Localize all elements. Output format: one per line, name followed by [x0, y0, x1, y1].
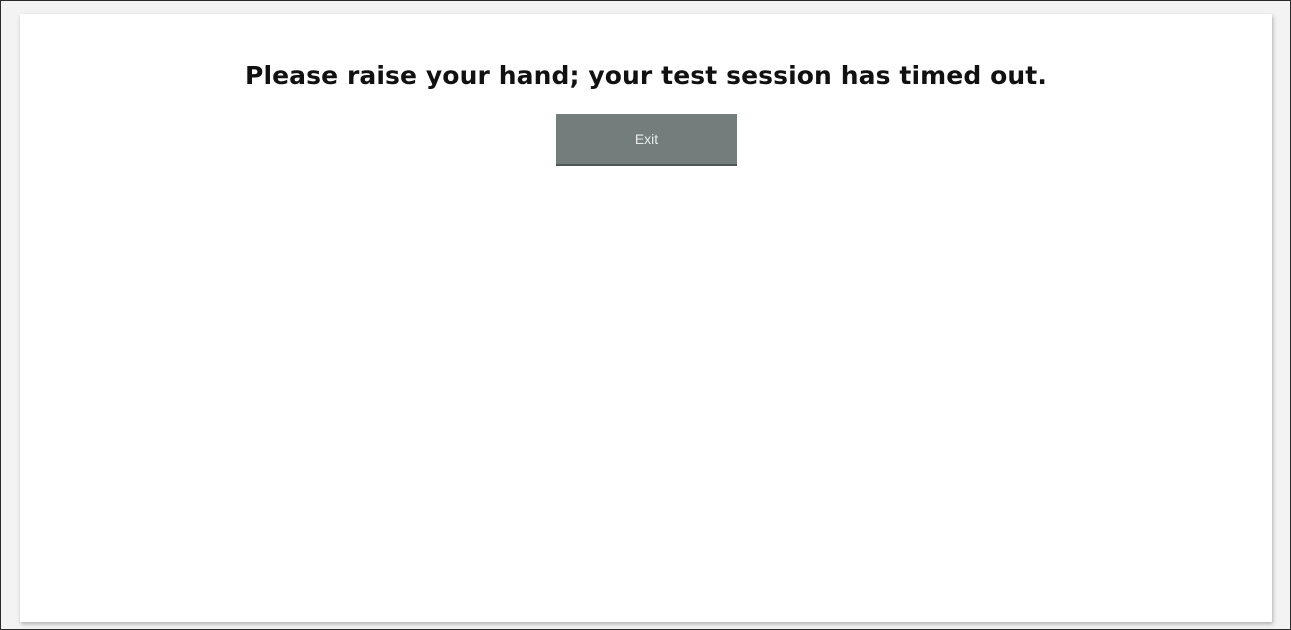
timeout-message: Please raise your hand; your test sessio…: [245, 61, 1047, 90]
timeout-panel: Please raise your hand; your test sessio…: [20, 14, 1272, 622]
app-frame: Please raise your hand; your test sessio…: [0, 0, 1291, 630]
exit-button[interactable]: Exit: [556, 114, 737, 166]
